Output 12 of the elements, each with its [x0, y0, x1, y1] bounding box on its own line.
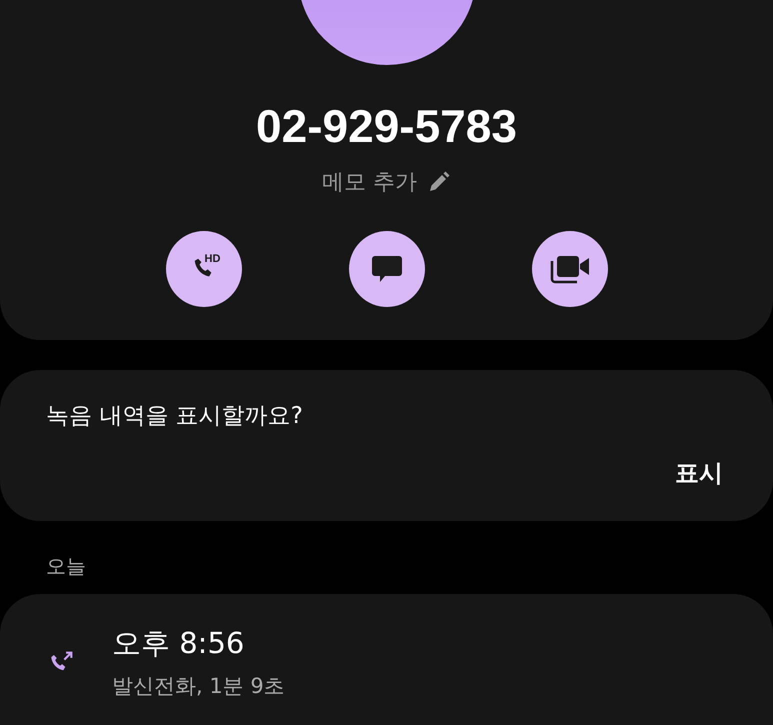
phone-number: 02-929-5783: [256, 99, 517, 153]
call-detail: 발신전화, 1분 9초: [112, 673, 285, 700]
hd-call-button[interactable]: HD: [166, 231, 242, 307]
pencil-icon: [427, 170, 451, 194]
call-log-item[interactable]: 오후 8:56 발신전화, 1분 9초: [0, 594, 773, 725]
video-camera-icon: [548, 253, 590, 285]
section-header: 오늘: [46, 553, 87, 580]
add-memo-button[interactable]: 메모 추가: [322, 167, 451, 197]
recording-question: 녹음 내역을 표시할까요?: [46, 402, 304, 431]
show-button[interactable]: 표시: [675, 457, 723, 489]
hd-label: HD: [204, 253, 220, 265]
call-time: 오후 8:56: [112, 625, 246, 662]
